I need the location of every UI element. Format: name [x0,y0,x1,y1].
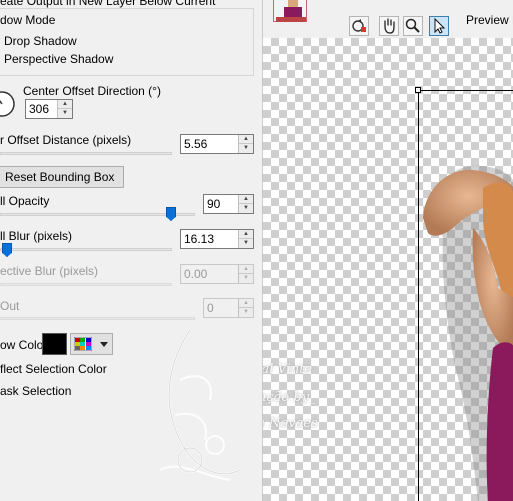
center-offset-input[interactable]: 306 ▲ ▼ [25,99,73,119]
bounding-box-handle[interactable] [415,87,421,93]
offset-distance-input[interactable]: 5.56 ▲ ▼ [180,134,254,154]
color-picker-button[interactable] [70,333,113,355]
opacity-input[interactable]: 90 ▲ ▼ [203,194,254,214]
offset-distance-stepper[interactable]: ▲ ▼ [238,135,253,153]
watermark-line-3: Neusa Novaes [263,416,318,431]
reset-bounding-box-button[interactable]: Reset Bounding Box [0,166,124,188]
opacity-slider-thumb[interactable] [166,207,176,221]
opacity-slider[interactable] [0,213,195,216]
blur-slider[interactable] [0,248,172,251]
shadow-color-swatch[interactable] [42,333,67,355]
fade-out-stepper: ▲ ▼ [238,299,253,317]
hand-icon [384,18,395,34]
thumbnail-figure-image [276,0,306,22]
pointer-tool-button[interactable] [429,16,449,36]
perspective-blur-stepper: ▲ ▼ [238,265,253,283]
color-grid-icon [74,337,92,351]
dropdown-arrow-icon [100,342,108,347]
offset-distance-slider[interactable] [0,152,172,155]
drop-shadow-option[interactable]: Drop Shadow [4,34,77,48]
perspective-blur-input: 0.00 ▲ ▼ [180,264,254,284]
zoom-tool-button[interactable] [403,16,423,36]
create-output-label: eate Output in New Layer Below Current [0,0,216,8]
perspective-blur-label: ective Blur (pixels) [0,264,99,278]
preview-label: Preview B [466,13,513,27]
reset-view-icon [352,19,366,32]
model-figure-image [423,165,513,501]
floral-watermark-image [159,329,241,481]
offset-distance-label: r Offset Distance (pixels) [0,133,132,147]
shadow-mode-label: dow Mode [0,13,58,27]
blur-slider-thumb[interactable] [2,243,12,257]
fade-out-label: Out [0,299,20,313]
reflect-selection-label[interactable]: flect Selection Color [0,362,107,376]
pan-tool-button[interactable] [379,16,399,36]
shadow-color-label: ow Color [0,338,48,352]
perspective-blur-slider [0,283,172,286]
perspective-shadow-option[interactable]: Perspective Shadow [4,52,113,66]
center-offset-label: Center Offset Direction (°) [23,84,161,98]
arrow-pointer-icon [434,17,446,34]
blur-stepper[interactable]: ▲ ▼ [238,230,253,248]
watermark-line-2: Formatação by_ [263,390,316,405]
navigator-thumbnail[interactable] [273,0,307,22]
center-offset-stepper[interactable]: ▲ ▼ [57,100,72,118]
direction-dial[interactable] [0,86,18,124]
preview-canvas[interactable] [263,38,513,501]
settings-panel: eate Output in New Layer Below Current d… [0,0,262,501]
reset-view-button[interactable] [349,16,369,36]
bounding-box-top [418,90,513,91]
preview-panel: Preview B Tutorial Vinte Formatação by_ … [262,0,513,501]
blur-input[interactable]: 16.13 ▲ ▼ [180,229,254,249]
blur-label: ll Blur (pixels) [0,229,73,243]
opacity-stepper[interactable]: ▲ ▼ [238,195,253,213]
mask-selection-label[interactable]: ask Selection [0,384,71,398]
fade-out-input: 0 ▲ ▼ [203,298,254,318]
watermark-line-1: Tutorial Vinte [262,362,313,377]
zoom-icon [405,18,420,33]
opacity-label: ll Opacity [0,194,50,208]
